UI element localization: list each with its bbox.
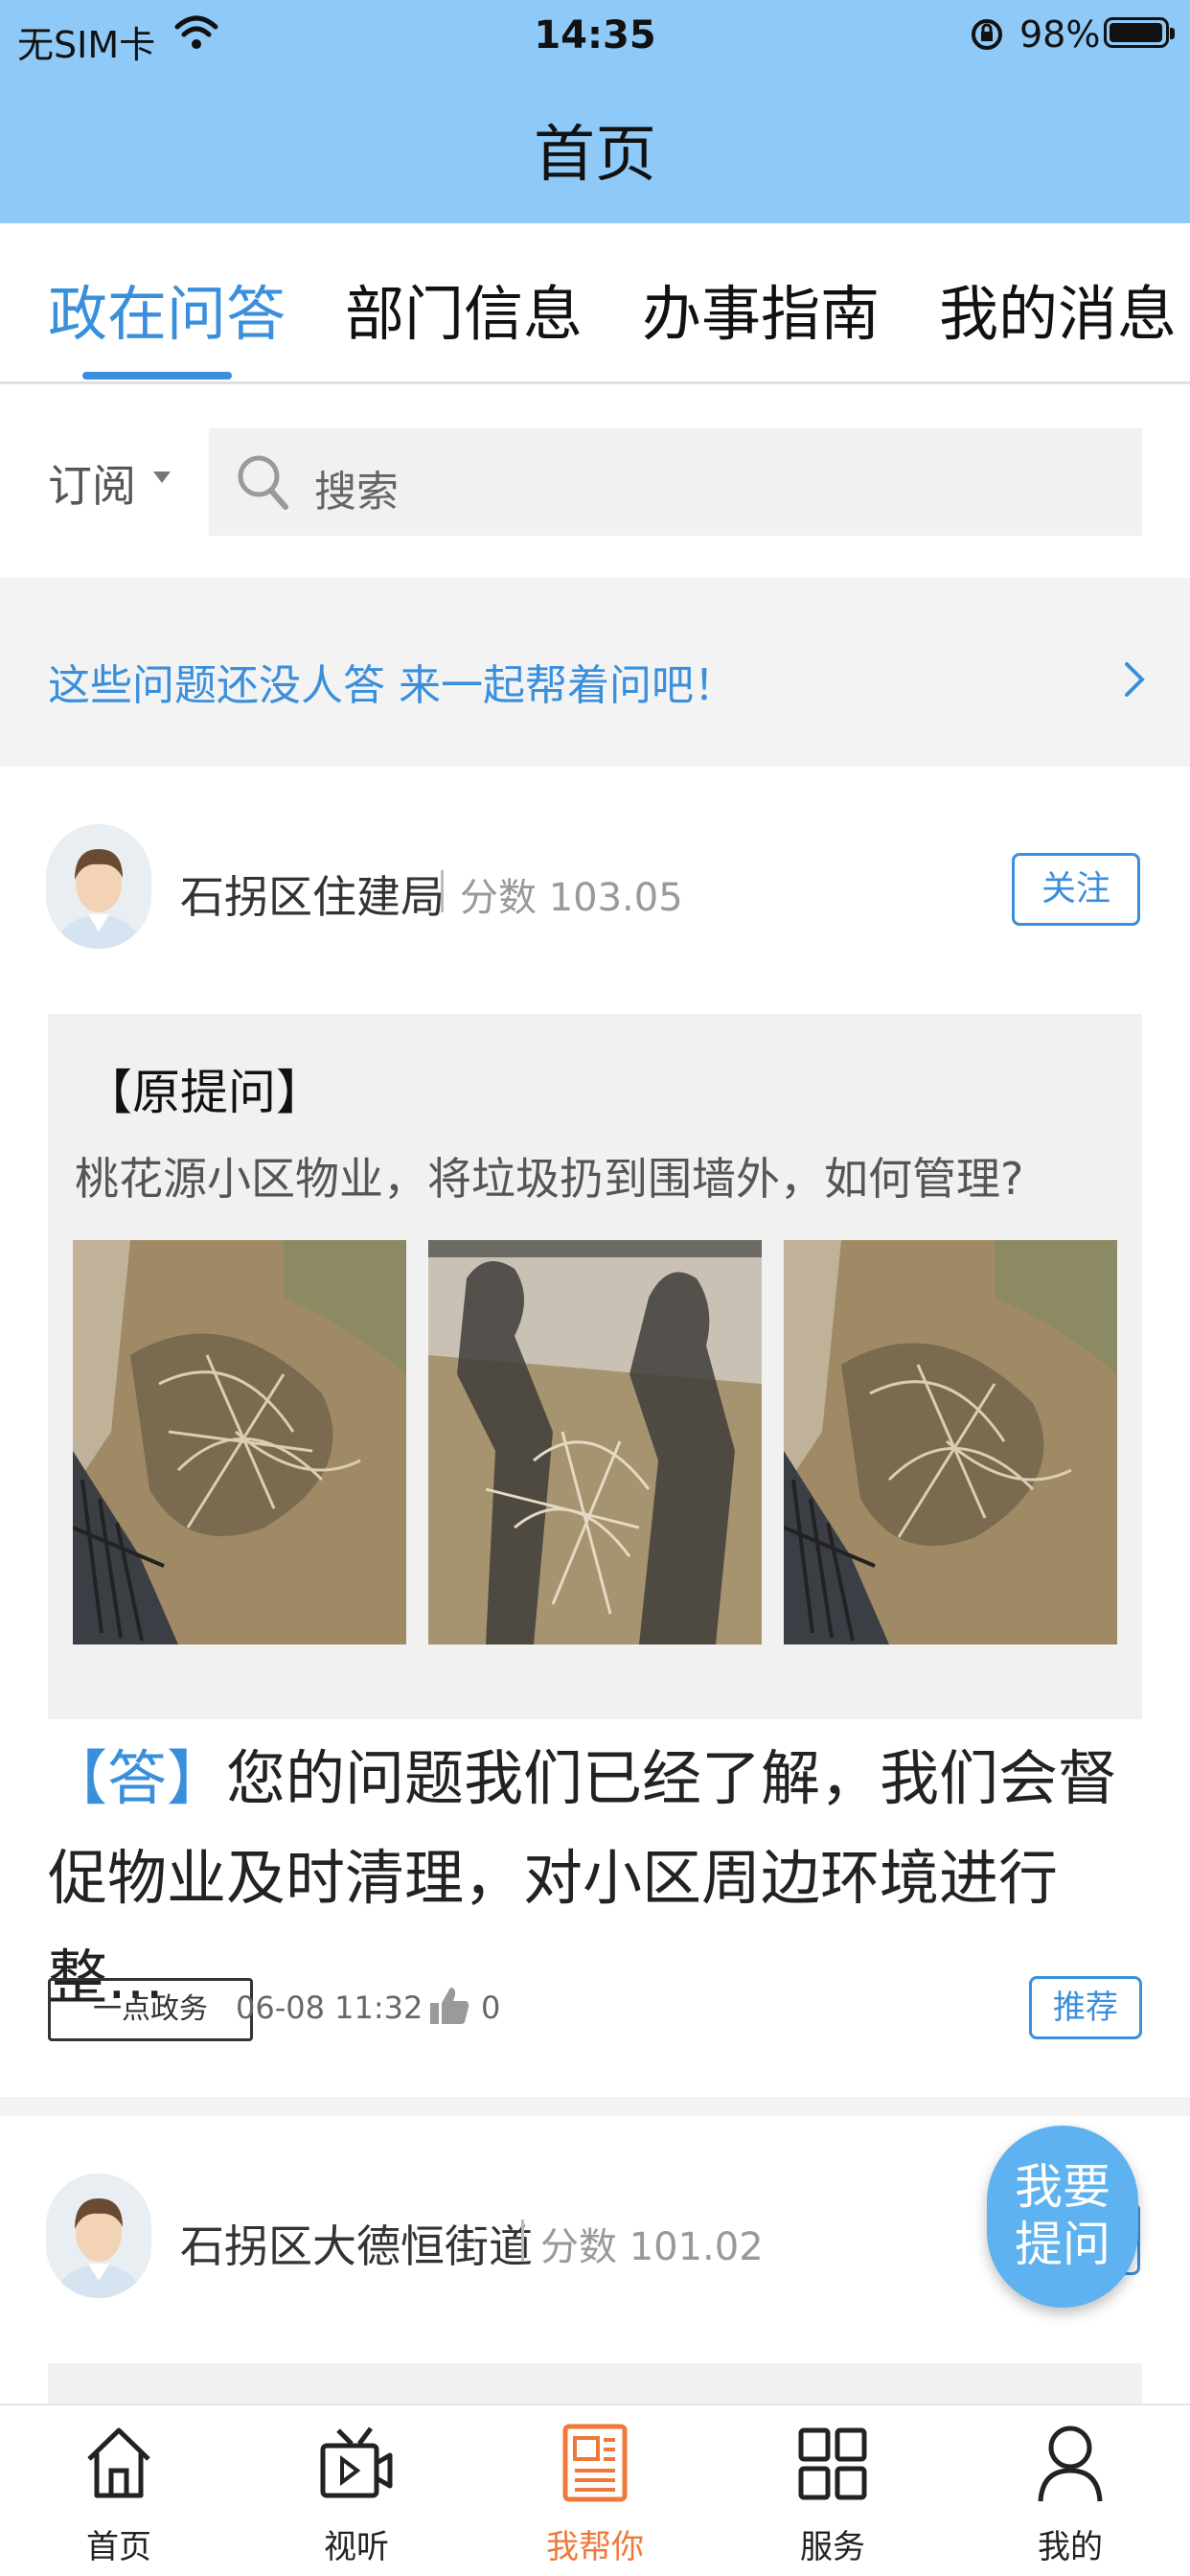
tab-my-messages[interactable]: 我的消息: [939, 265, 1177, 352]
author-name[interactable]: 石拐区大德恒街道: [180, 2212, 533, 2275]
rotation-lock-icon: [972, 19, 1002, 50]
search-icon: [238, 455, 288, 510]
question-text: 桃花源小区物业，将垃圾扔到围墙外，如何管理?: [75, 1153, 1024, 1205]
nav-video-label: 视听: [324, 2528, 389, 2566]
tv-icon: [320, 2426, 393, 2498]
nav-help-you[interactable]: 我帮你: [518, 2421, 672, 2567]
divider: [441, 870, 444, 912]
divider: [521, 2220, 524, 2262]
author-name[interactable]: 石拐区住建局: [180, 862, 445, 926]
filter-row: 订阅 搜索: [0, 384, 1190, 578]
author-score: 分数 101.02: [540, 2225, 764, 2269]
follow-button[interactable]: 关注: [1012, 853, 1140, 926]
nav-help-you-label: 我帮你: [546, 2528, 644, 2566]
battery-icon: [1104, 17, 1175, 48]
tab-bar: 政在问答 部门信息 办事指南 我的消息: [0, 223, 1190, 384]
answer-tag: 【答】: [48, 1743, 227, 1813]
nav-services[interactable]: 服务: [756, 2421, 909, 2567]
original-question[interactable]: 【原提问】 桃花源小区物业，将垃圾扔到围墙外，如何管理?: [48, 1014, 1142, 1719]
grid-icon: [798, 2427, 867, 2500]
unanswered-banner-text: 这些问题还没人答 来一起帮着问吧！: [48, 661, 736, 710]
clock: 14:35: [534, 13, 656, 58]
recommend-button[interactable]: 推荐: [1029, 1976, 1142, 2039]
avatar[interactable]: [46, 824, 151, 949]
tab-department-info[interactable]: 部门信息: [345, 265, 583, 352]
battery-percent: 98%: [1019, 13, 1101, 56]
document-icon: [562, 2424, 628, 2502]
nav-services-label: 服务: [800, 2528, 865, 2566]
post-time: 06-08 11:32: [236, 1990, 423, 2026]
page-title: 首页: [534, 120, 656, 191]
author-score: 分数 103.05: [460, 876, 683, 920]
tab-zhengzai-wenda[interactable]: 政在问答: [48, 265, 286, 352]
like-count: 0: [481, 1990, 501, 2026]
status-bar: 无SIM卡 14:35 98%: [0, 0, 1190, 73]
search-placeholder: 搜索: [314, 468, 399, 517]
active-tab-indicator: [82, 372, 232, 380]
chevron-right-icon: [1125, 662, 1145, 697]
nav-video[interactable]: 视听: [280, 2421, 433, 2567]
tab-service-guide[interactable]: 办事指南: [642, 265, 880, 352]
dropdown-caret-icon: [153, 472, 171, 483]
post-card[interactable]: 石拐区住建局 分数 103.05 关注 【原提问】 桃花源小区物业，将垃圾扔到围…: [0, 767, 1190, 2097]
source-tag: 一点政务: [48, 1978, 253, 2041]
subscribe-dropdown[interactable]: 订阅: [48, 451, 136, 515]
nav-home[interactable]: 首页: [42, 2421, 195, 2567]
search-input[interactable]: 搜索: [209, 428, 1142, 536]
question-label: 【原提问】: [84, 1065, 324, 1120]
avatar[interactable]: [46, 2174, 151, 2298]
question-photo-2[interactable]: [428, 1240, 762, 1644]
ask-question-line1: 我要: [1015, 2159, 1110, 2215]
question-photo-3[interactable]: [784, 1240, 1117, 1644]
nav-mine-label: 我的: [1038, 2528, 1103, 2566]
avatar-person-icon: [46, 824, 151, 949]
nav-mine[interactable]: 我的: [994, 2421, 1147, 2567]
thumbs-up-icon[interactable]: [427, 1984, 471, 2028]
question-photo-1[interactable]: [73, 1240, 406, 1644]
avatar-person-icon: [46, 2174, 151, 2298]
person-icon: [1038, 2426, 1103, 2502]
home-icon: [87, 2427, 150, 2498]
nav-home-label: 首页: [86, 2528, 151, 2566]
ask-question-button[interactable]: 我要 提问: [987, 2126, 1138, 2308]
top-bar: 无SIM卡 14:35 98% 首页: [0, 0, 1190, 223]
ask-question-line2: 提问: [1015, 2217, 1110, 2272]
bottom-nav: 首页 视听 我帮你 服务 我的: [0, 2404, 1190, 2576]
unanswered-banner[interactable]: 这些问题还没人答 来一起帮着问吧！: [0, 578, 1190, 767]
